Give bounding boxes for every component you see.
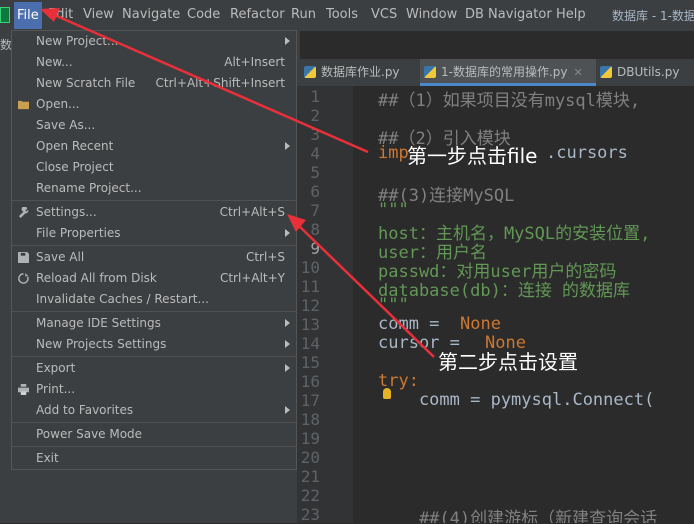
arrow-to-file-line bbox=[51, 12, 369, 154]
arrow-to-file-head bbox=[40, 8, 60, 22]
annotation-arrows bbox=[40, 8, 435, 358]
annotation-step2: 第二步点击设置 bbox=[438, 350, 578, 374]
annotation-step1: 第一步点击file bbox=[407, 144, 538, 168]
arrow-to-settings-line bbox=[296, 223, 435, 358]
